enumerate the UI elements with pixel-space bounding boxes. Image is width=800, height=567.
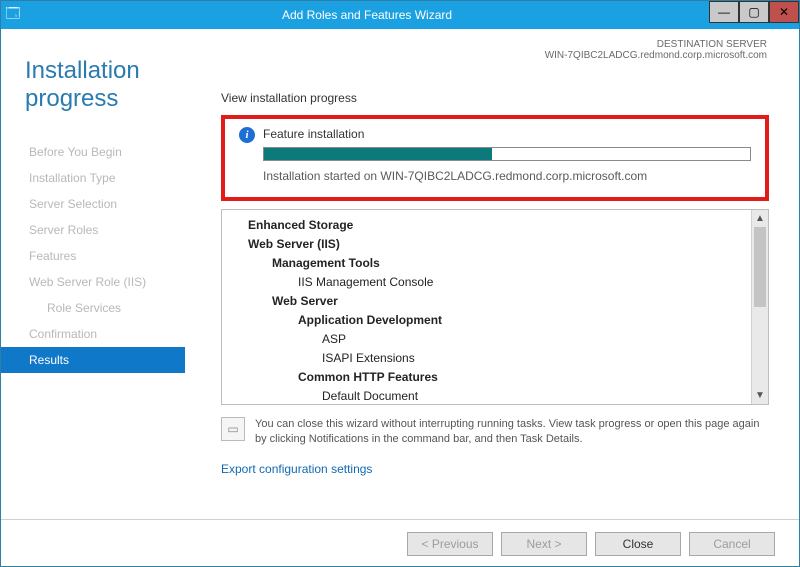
window-title: Add Roles and Features Wizard [25, 8, 709, 22]
tree-item: Common HTTP Features [232, 368, 745, 387]
scroll-up-icon[interactable]: ▲ [752, 210, 768, 227]
tree-item: Enhanced Storage [232, 216, 745, 235]
right-panel: DESTINATION SERVER WIN-7QIBC2LADCG.redmo… [201, 29, 799, 519]
minimize-button[interactable]: — [709, 1, 739, 23]
destination-server: DESTINATION SERVER WIN-7QIBC2LADCG.redmo… [545, 39, 767, 61]
content-area: Installation progress Before You Begin I… [1, 29, 799, 519]
progress-bar [263, 147, 751, 161]
step-results[interactable]: Results [1, 347, 185, 373]
step-installation-type: Installation Type [25, 165, 201, 191]
info-icon: i [239, 127, 255, 143]
feature-tree[interactable]: Enhanced Storage Web Server (IIS) Manage… [222, 210, 751, 404]
destination-label: DESTINATION SERVER [545, 39, 767, 50]
tree-item: Web Server (IIS) [232, 235, 745, 254]
scroll-down-icon[interactable]: ▼ [752, 387, 768, 404]
note-text: You can close this wizard without interr… [255, 417, 769, 448]
feature-install-panel: i Feature installation Installation star… [221, 115, 769, 201]
maximize-button[interactable]: ▢ [739, 1, 769, 23]
page-title: Installation progress [25, 57, 201, 113]
section-heading: View installation progress [221, 91, 769, 105]
left-panel: Installation progress Before You Begin I… [1, 29, 201, 519]
step-role-services: Role Services [25, 295, 201, 321]
install-status-text: Installation started on WIN-7QIBC2LADCG.… [263, 169, 751, 183]
tree-item: ASP [232, 330, 745, 349]
step-before-you-begin: Before You Begin [25, 139, 201, 165]
destination-server-name: WIN-7QIBC2LADCG.redmond.corp.microsoft.c… [545, 50, 767, 61]
tree-item: Web Server [232, 292, 745, 311]
step-features: Features [25, 243, 201, 269]
export-config-link[interactable]: Export configuration settings [221, 462, 372, 476]
flag-icon: ▭ [221, 417, 245, 441]
tree-scrollbar[interactable]: ▲ ▼ [751, 210, 768, 404]
tree-item: Default Document [232, 387, 745, 404]
next-button: Next > [501, 532, 587, 556]
feature-install-label: Feature installation [263, 127, 751, 141]
app-icon: 🗔 [1, 1, 25, 29]
cancel-button: Cancel [689, 532, 775, 556]
scroll-track[interactable] [752, 227, 768, 387]
note-row: ▭ You can close this wizard without inte… [221, 417, 769, 448]
progress-fill [264, 148, 492, 160]
wizard-steps: Before You Begin Installation Type Serve… [25, 139, 201, 373]
tree-item: Application Development [232, 311, 745, 330]
tree-item: Management Tools [232, 254, 745, 273]
title-bar[interactable]: 🗔 Add Roles and Features Wizard — ▢ ✕ [1, 1, 799, 29]
step-server-selection: Server Selection [25, 191, 201, 217]
feature-tree-box: Enhanced Storage Web Server (IIS) Manage… [221, 209, 769, 405]
footer: < Previous Next > Close Cancel [1, 519, 799, 567]
previous-button: < Previous [407, 532, 493, 556]
wizard-window: 🗔 Add Roles and Features Wizard — ▢ ✕ In… [0, 0, 800, 567]
window-controls: — ▢ ✕ [709, 1, 799, 29]
tree-item: ISAPI Extensions [232, 349, 745, 368]
step-confirmation: Confirmation [25, 321, 201, 347]
close-window-button[interactable]: ✕ [769, 1, 799, 23]
step-web-server-role: Web Server Role (IIS) [25, 269, 201, 295]
step-server-roles: Server Roles [25, 217, 201, 243]
close-button[interactable]: Close [595, 532, 681, 556]
scroll-thumb[interactable] [754, 227, 766, 307]
tree-item: IIS Management Console [232, 273, 745, 292]
